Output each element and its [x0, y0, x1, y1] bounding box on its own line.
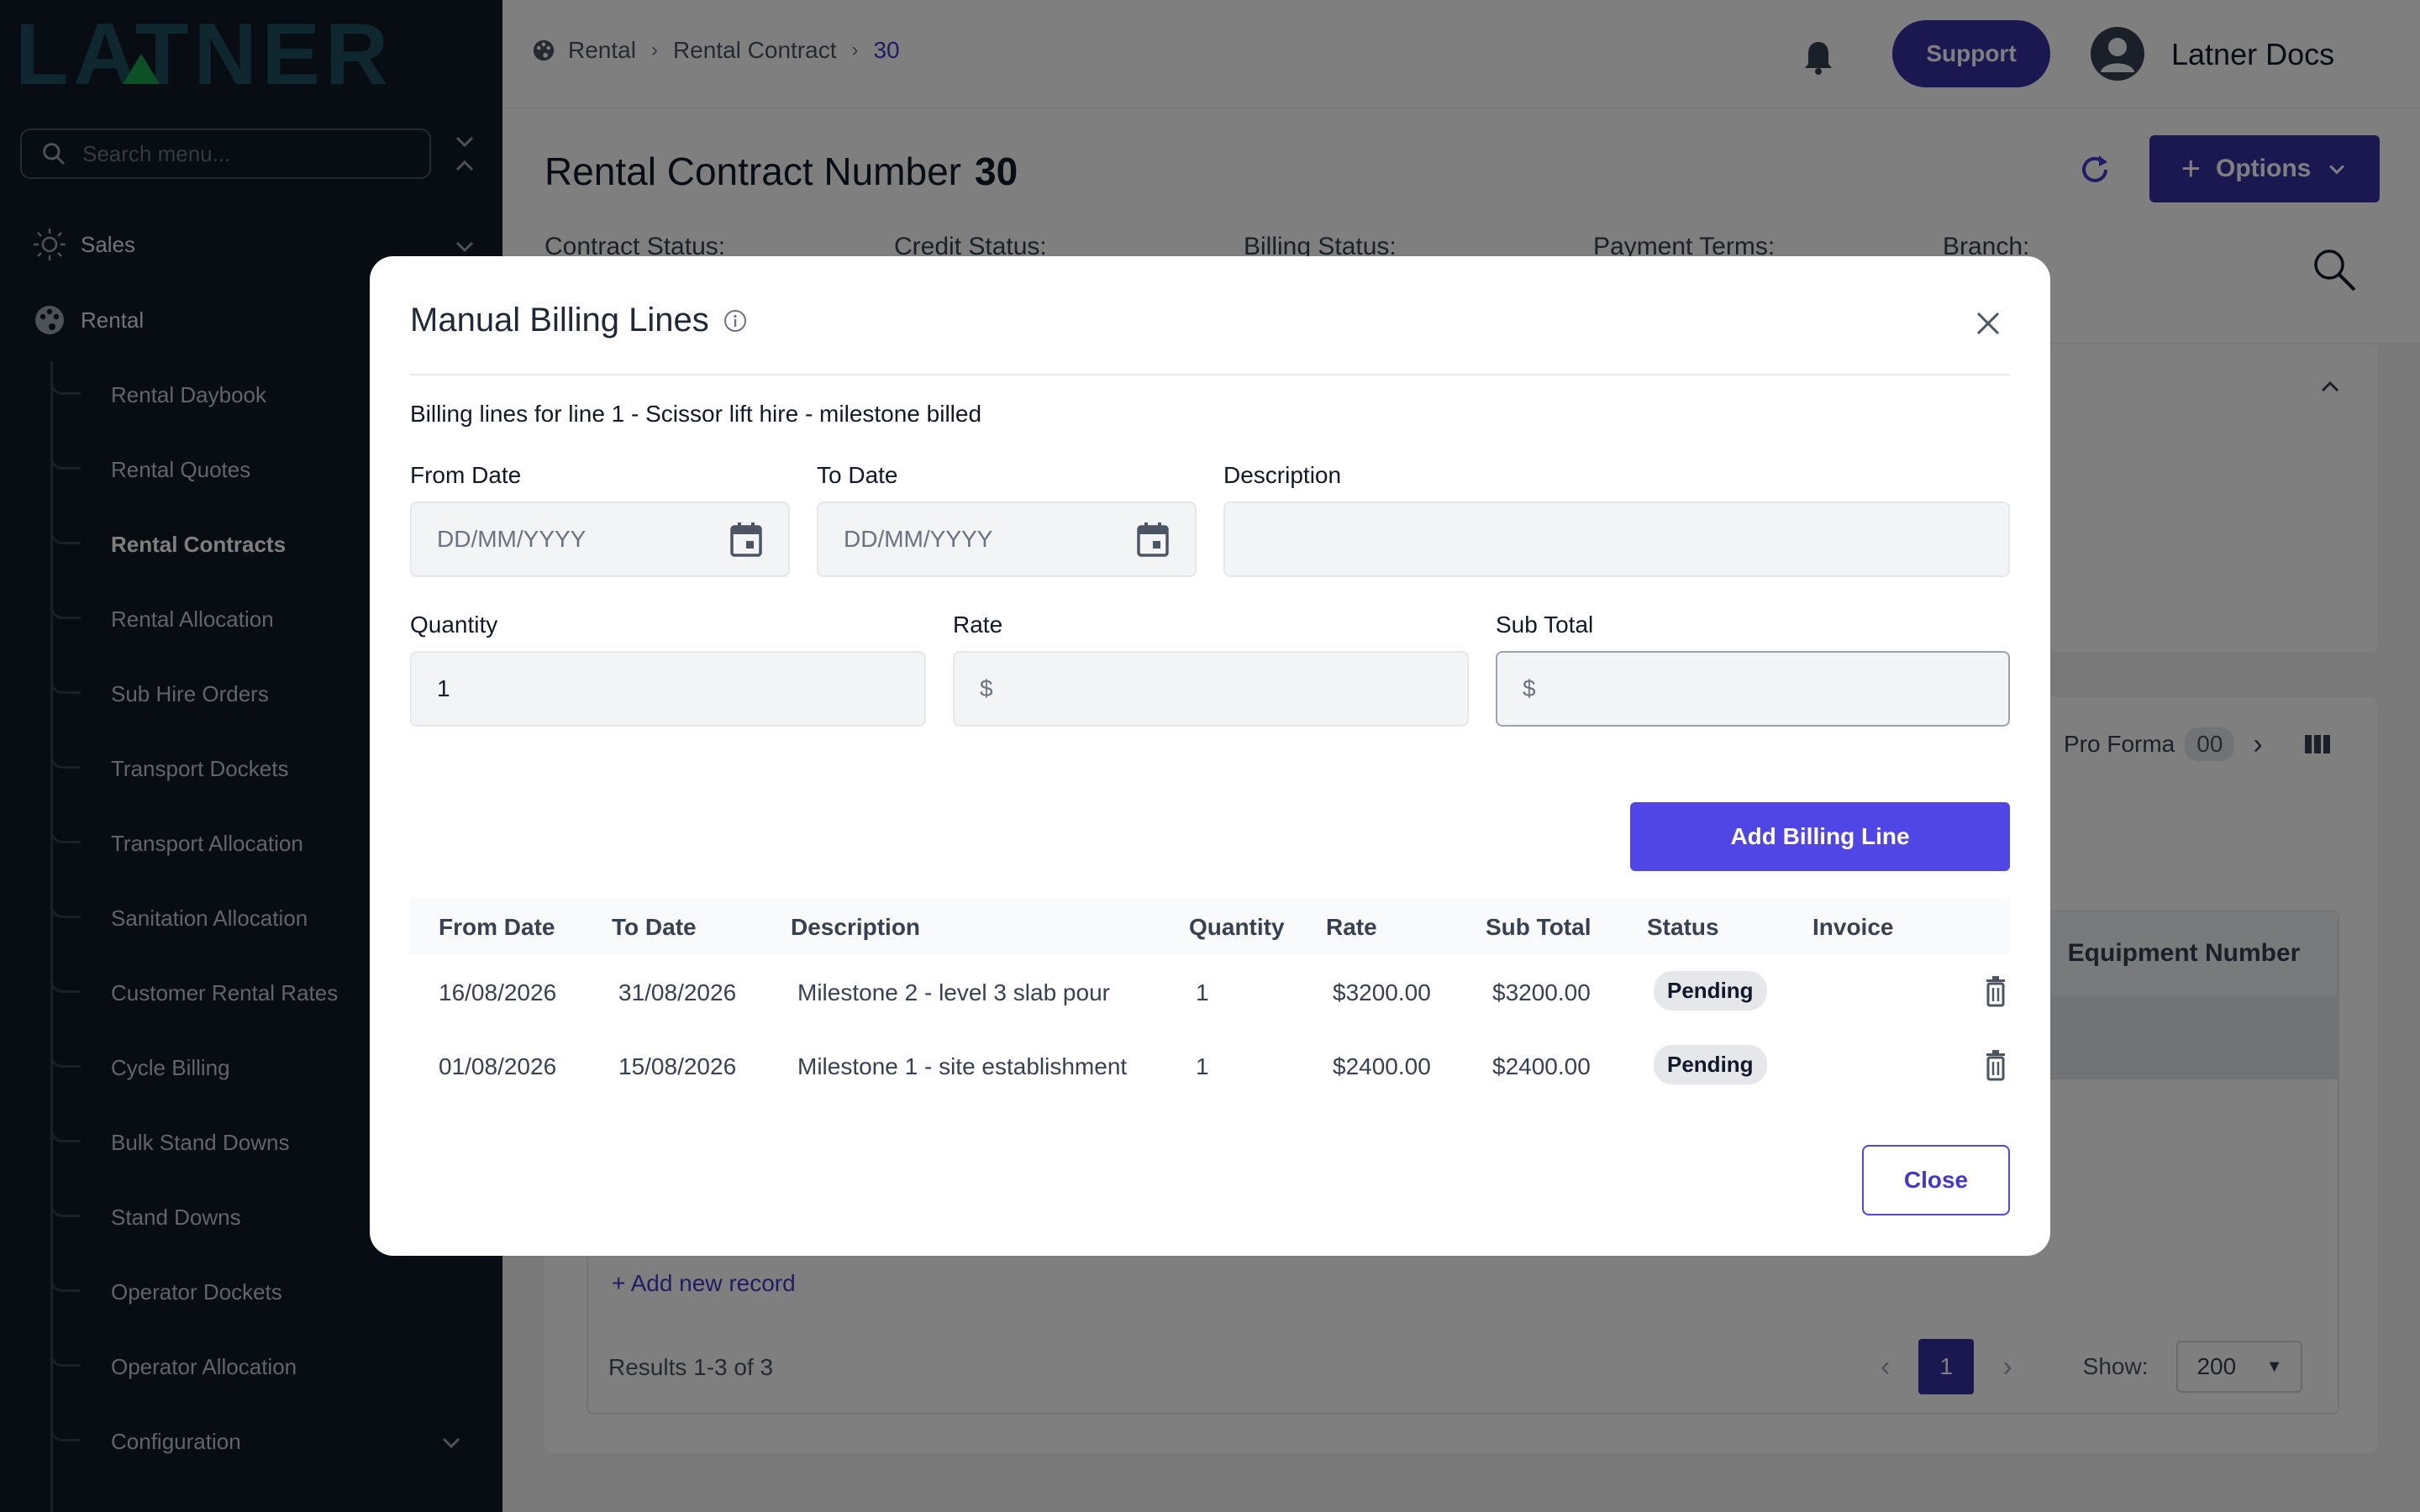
row-description: Milestone 1 - site establishment [797, 1053, 1128, 1079]
row-subtotal: $2400.00 [1492, 1053, 1591, 1079]
table-row[interactable]: 01/08/2026 15/08/2026 Milestone 1 - site… [410, 1028, 2010, 1102]
calendar-icon[interactable] [1136, 521, 1170, 558]
subtotal-label: Sub Total [1496, 612, 1594, 638]
row-to-date: 31/08/2026 [618, 979, 737, 1005]
description-field[interactable] [1223, 501, 2010, 577]
close-icon[interactable] [1971, 307, 2005, 340]
status-badge: Pending [1654, 1045, 1767, 1084]
from-date-field[interactable]: DD/MM/YYYY [410, 501, 790, 577]
info-icon[interactable] [723, 308, 748, 333]
calendar-icon[interactable] [729, 521, 763, 558]
rate-currency: $ [980, 675, 993, 701]
quantity-value: 1 [437, 675, 450, 701]
from-date-placeholder: DD/MM/YYYY [437, 526, 587, 552]
subtotal-field[interactable]: $ [1496, 651, 2010, 727]
row-rate: $3200.00 [1333, 979, 1431, 1005]
row-description: Milestone 2 - level 3 slab pour [797, 979, 1110, 1005]
close-button[interactable]: Close [1862, 1145, 2010, 1215]
status-badge: Pending [1654, 971, 1767, 1011]
manual-billing-lines-dialog: Manual Billing Lines Billing lines for l… [370, 256, 2050, 1256]
row-quantity: 1 [1196, 1053, 1209, 1079]
quantity-field[interactable]: 1 [410, 651, 926, 727]
rate-field[interactable]: $ [953, 651, 1469, 727]
row-quantity: 1 [1196, 979, 1209, 1005]
from-date-label: From Date [410, 462, 522, 488]
col-from-date[interactable]: From Date [439, 914, 555, 941]
modal-subtitle: Billing lines for line 1 - Scissor lift … [410, 401, 982, 427]
row-from-date: 01/08/2026 [439, 1053, 557, 1079]
modal-title-text: Manual Billing Lines [410, 302, 709, 339]
divider [410, 374, 2010, 375]
col-sub-total[interactable]: Sub Total [1486, 914, 1591, 941]
table-row[interactable]: 16/08/2026 31/08/2026 Milestone 2 - leve… [410, 954, 2010, 1028]
col-to-date[interactable]: To Date [612, 914, 697, 941]
row-to-date: 15/08/2026 [618, 1053, 737, 1079]
col-quantity[interactable]: Quantity [1189, 914, 1285, 941]
billing-lines-header: From Date To Date Description Quantity R… [410, 899, 2010, 954]
trash-icon[interactable] [1983, 1048, 2008, 1082]
add-billing-line-button[interactable]: Add Billing Line [1630, 802, 2010, 871]
rate-label: Rate [953, 612, 1003, 638]
to-date-label: To Date [817, 462, 898, 488]
row-rate: $2400.00 [1333, 1053, 1431, 1079]
description-label: Description [1223, 462, 1342, 488]
row-subtotal: $3200.00 [1492, 979, 1591, 1005]
col-invoice[interactable]: Invoice [1812, 914, 1893, 941]
quantity-label: Quantity [410, 612, 498, 638]
subtotal-currency: $ [1523, 675, 1536, 701]
to-date-field[interactable]: DD/MM/YYYY [817, 501, 1197, 577]
col-status[interactable]: Status [1647, 914, 1719, 941]
trash-icon[interactable] [1983, 974, 2008, 1008]
to-date-placeholder: DD/MM/YYYY [844, 526, 993, 552]
col-rate[interactable]: Rate [1326, 914, 1377, 941]
modal-title: Manual Billing Lines [410, 302, 748, 339]
col-description[interactable]: Description [791, 914, 920, 941]
row-from-date: 16/08/2026 [439, 979, 557, 1005]
